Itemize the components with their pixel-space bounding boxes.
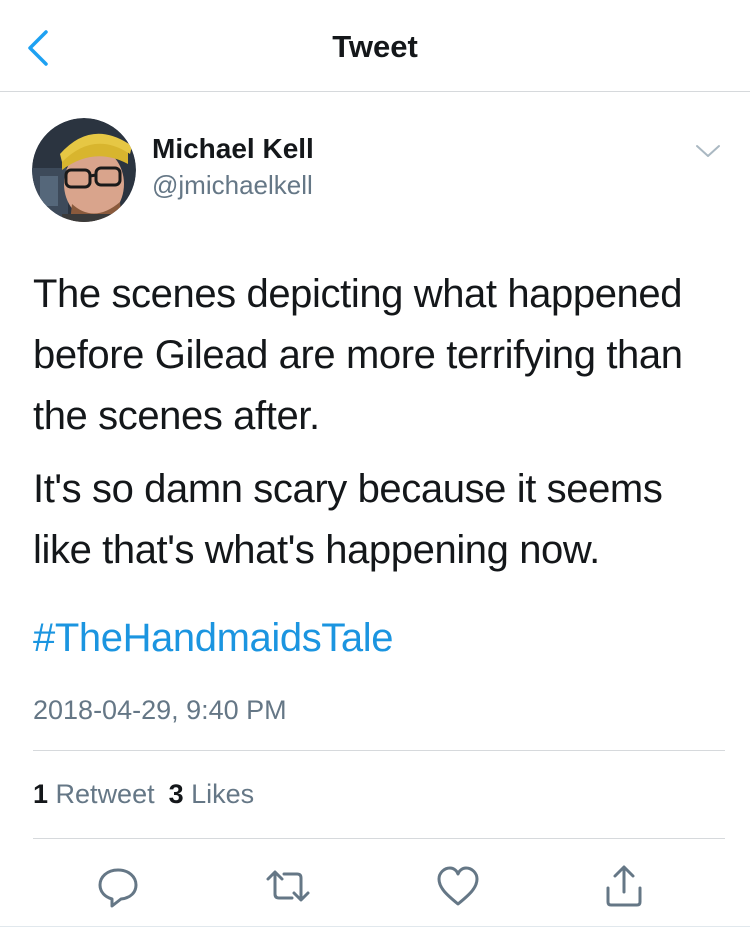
like-count: 3 [168,779,184,809]
hashtag-link[interactable]: #TheHandmaidsTale [33,608,393,669]
navigation-bar: Tweet [0,0,750,92]
divider [33,750,725,751]
retweet-label: Retweet [55,779,155,809]
like-label: Likes [191,779,255,809]
engagement-stats: 1 Retweet 3 Likes [33,779,254,810]
retweet-icon[interactable] [264,862,312,910]
divider [0,926,750,927]
author-handle[interactable]: @jmichaelkell [152,170,313,201]
retweets-stat[interactable]: 1 Retweet [33,779,155,810]
retweet-count: 1 [33,779,49,809]
tweet-paragraph: The scenes depicting what happened befor… [33,272,683,438]
chevron-down-icon[interactable] [694,140,722,162]
reply-icon[interactable] [94,862,142,910]
tweet-text: The scenes depicting what happened befor… [33,264,723,581]
tweet-timestamp: 2018-04-29, 9:40 PM [33,695,287,725]
likes-stat[interactable]: 3 Likes [169,779,255,810]
tweet-paragraph: It's so damn scary because it seems like… [33,467,663,572]
avatar[interactable] [32,118,136,222]
author-name[interactable]: Michael Kell [152,133,314,165]
action-bar [0,852,750,916]
divider [33,838,725,839]
share-icon[interactable] [600,862,648,910]
page-title: Tweet [332,29,418,64]
heart-icon[interactable] [434,862,482,910]
